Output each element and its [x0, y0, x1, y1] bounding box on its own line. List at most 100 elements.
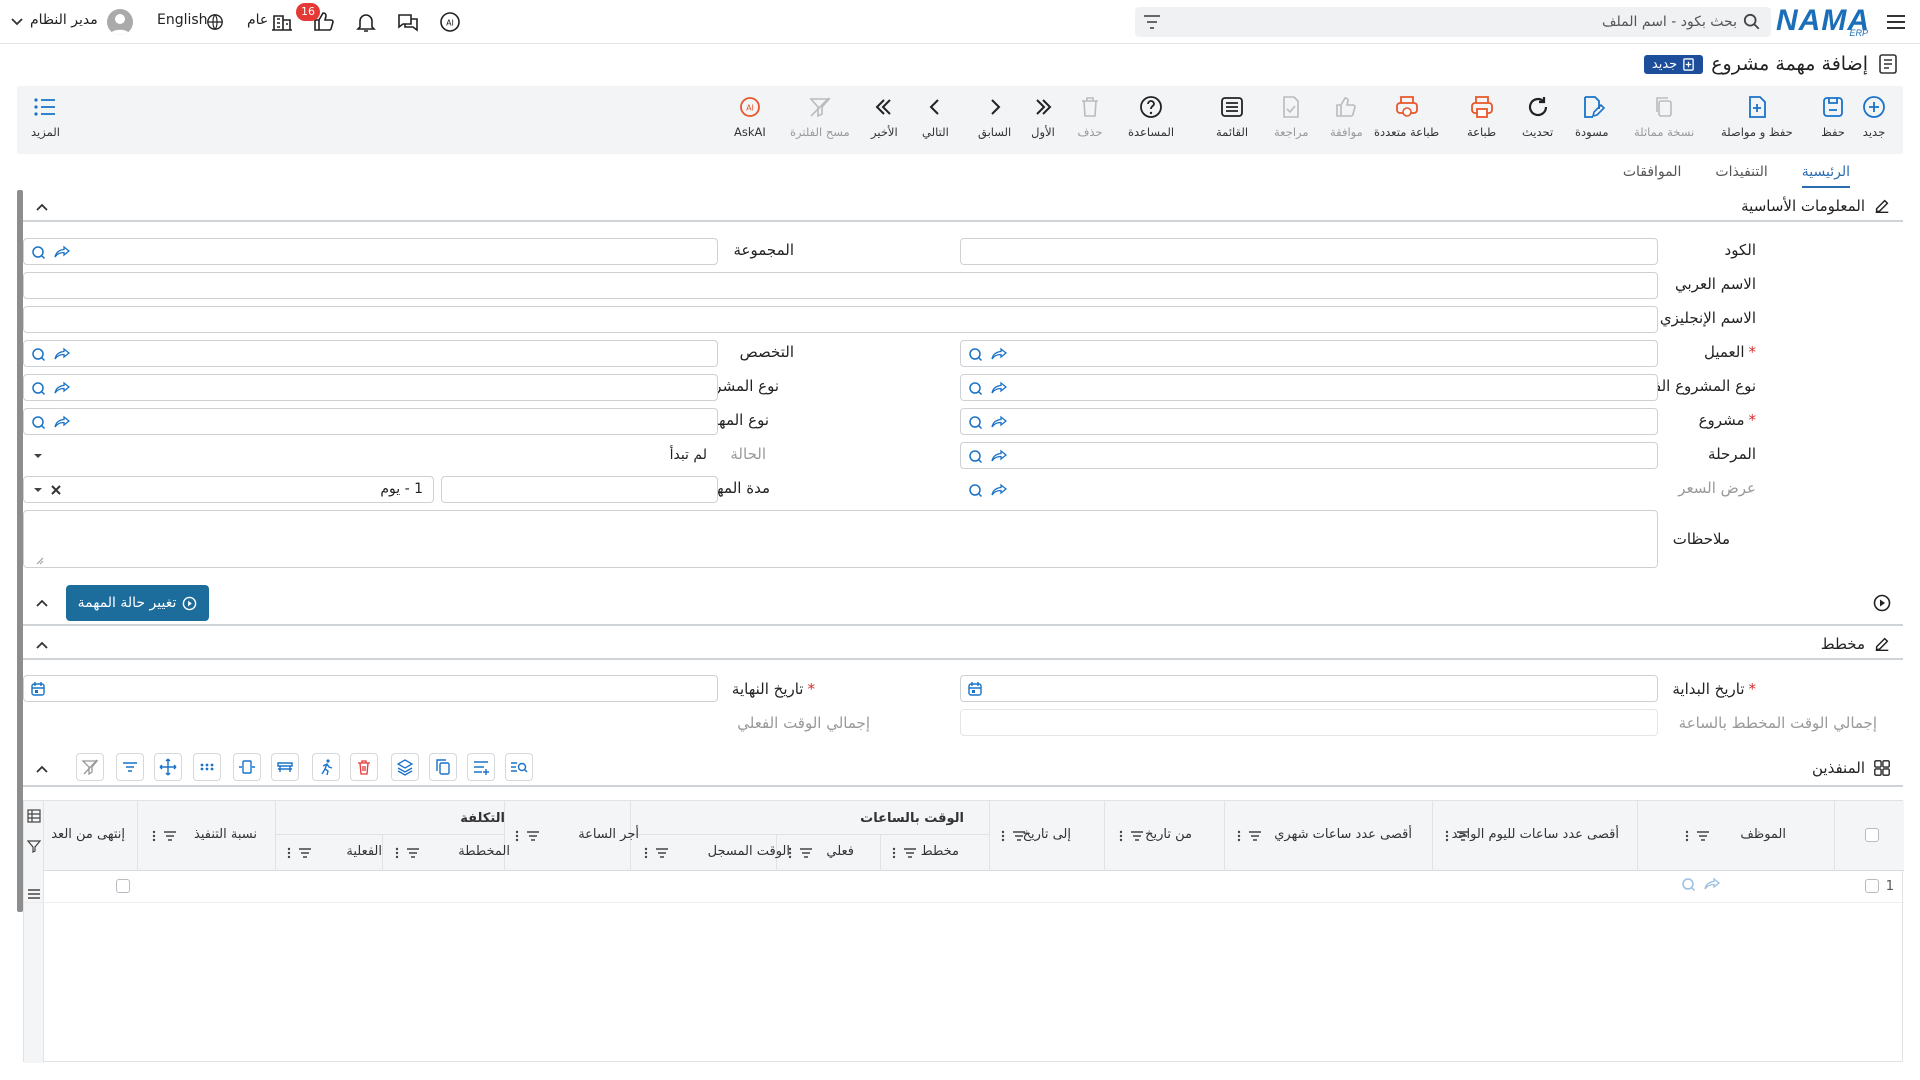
calendar-icon[interactable]	[30, 681, 46, 697]
column-menu-icon[interactable]	[390, 846, 404, 860]
column-filter-icon[interactable]	[1696, 829, 1710, 843]
tab-executions[interactable]: التنفيذات	[1715, 158, 1767, 188]
basic-info-section-header[interactable]: المعلومات الأساسية	[23, 192, 1903, 222]
share-arrow-icon[interactable]	[54, 346, 70, 362]
tab-main[interactable]: الرئيسية	[1801, 158, 1850, 188]
approve-button[interactable]: موافقة	[1330, 94, 1363, 150]
finished-checkbox[interactable]	[116, 879, 130, 893]
next-button[interactable]: التالي	[922, 94, 949, 150]
grid-clear-filter-button[interactable]	[76, 753, 104, 781]
share-arrow-icon[interactable]	[991, 482, 1007, 498]
search-lookup-icon[interactable]	[30, 380, 46, 396]
col-planned-header[interactable]: مخطط	[921, 844, 959, 859]
clear-x-icon[interactable]	[48, 482, 64, 498]
search-icon[interactable]	[1743, 13, 1761, 31]
grid-add-row-button[interactable]	[467, 753, 495, 781]
list-button[interactable]: القائمة	[1216, 94, 1248, 150]
share-arrow-icon[interactable]	[1704, 876, 1720, 892]
messages-icon[interactable]	[396, 10, 420, 34]
save-continue-button[interactable]: حفظ و مواصلة	[1721, 94, 1793, 150]
search-lookup-icon[interactable]	[967, 482, 983, 498]
draft-button[interactable]: مسودة	[1575, 94, 1609, 150]
new-button[interactable]: جديد	[1861, 94, 1887, 150]
code-field[interactable]	[960, 238, 1658, 265]
share-arrow-icon[interactable]	[991, 414, 1007, 430]
column-menu-icon[interactable]	[147, 829, 161, 843]
customer-field[interactable]	[960, 340, 1658, 367]
grid-filter-button[interactable]	[116, 753, 144, 781]
column-filter-icon[interactable]	[655, 846, 669, 860]
col-from-date-header[interactable]: من تاريخ	[1145, 827, 1192, 842]
help-button[interactable]: المساعدة	[1128, 94, 1174, 150]
column-filter-icon[interactable]	[1130, 829, 1144, 843]
more-button[interactable]: المزيد	[31, 94, 60, 150]
column-menu-icon[interactable]	[510, 829, 524, 843]
company-building-icon[interactable]	[270, 10, 294, 34]
general-label[interactable]: عام	[247, 12, 268, 28]
grid-copy-button[interactable]	[429, 753, 457, 781]
column-filter-icon[interactable]	[406, 846, 420, 860]
ai-chat-icon[interactable]: AI	[438, 10, 462, 34]
calendar-icon[interactable]	[967, 681, 983, 697]
multi-print-button[interactable]: طباعة متعددة	[1374, 94, 1439, 150]
column-menu-icon[interactable]	[1440, 829, 1454, 843]
user-name[interactable]: مدير النظام	[30, 12, 98, 28]
col-max-daily-header[interactable]: أقصى عدد ساعات لليوم الواحد	[1452, 827, 1619, 842]
globe-icon[interactable]	[206, 13, 224, 31]
search-lookup-icon[interactable]	[967, 414, 983, 430]
share-arrow-icon[interactable]	[54, 380, 70, 396]
row-checkbox[interactable]	[1865, 879, 1879, 893]
search-lookup-icon[interactable]	[967, 380, 983, 396]
executors-section-header[interactable]: المنفذين	[23, 751, 1903, 787]
col-to-date-header[interactable]: إلى تاريخ	[1023, 827, 1071, 842]
task-duration-unit-select[interactable]: 1 - يوم	[23, 476, 434, 503]
grid-delete-button[interactable]	[350, 753, 378, 781]
search-lookup-icon[interactable]	[967, 448, 983, 464]
delete-button[interactable]: حذف	[1077, 94, 1103, 150]
last-button[interactable]: الأخير	[871, 94, 898, 150]
dropdown-caret-icon[interactable]	[30, 448, 46, 464]
task-type-field[interactable]	[23, 408, 718, 435]
column-menu-icon[interactable]	[639, 846, 653, 860]
grid-table-layout-button[interactable]	[271, 753, 299, 781]
plan-section-header[interactable]: مخطط	[23, 630, 1903, 660]
share-arrow-icon[interactable]	[991, 448, 1007, 464]
askai-button[interactable]: AI AskAI	[734, 94, 766, 150]
grid-run-button[interactable]	[312, 753, 340, 781]
col-logged-header[interactable]: الوقت المسجل	[708, 844, 790, 859]
col-finished-from-header[interactable]: إنتهى من العد	[51, 827, 125, 842]
task-duration-number-field[interactable]	[441, 476, 718, 503]
grid-fit-columns-button[interactable]	[233, 753, 261, 781]
first-button[interactable]: الأول	[1030, 94, 1056, 150]
share-arrow-icon[interactable]	[991, 346, 1007, 362]
user-avatar[interactable]	[107, 9, 133, 35]
notes-textarea[interactable]	[23, 510, 1658, 568]
share-arrow-icon[interactable]	[54, 414, 70, 430]
stage-field[interactable]	[960, 442, 1658, 469]
grid-dots-button[interactable]	[193, 753, 221, 781]
col-cost-planned-header[interactable]: المخططة	[458, 844, 510, 859]
change-task-status-button[interactable]: تغيير حالة المهمة	[66, 585, 209, 621]
english-name-field[interactable]	[23, 306, 1658, 333]
col-actual-header[interactable]: فعلي	[826, 844, 854, 859]
print-button[interactable]: طباعة	[1467, 94, 1496, 150]
duplicate-button[interactable]: نسخة مماثلة	[1634, 94, 1694, 150]
arabic-name-field[interactable]	[23, 272, 1658, 299]
grid-layers-button[interactable]	[391, 753, 419, 781]
play-circle-icon[interactable]	[1873, 594, 1891, 612]
tab-approvals[interactable]: الموافقات	[1623, 158, 1682, 188]
column-filter-icon[interactable]	[903, 846, 917, 860]
notifications-bell-icon[interactable]	[354, 10, 378, 34]
grid-move-button[interactable]	[154, 753, 182, 781]
hamburger-menu-icon[interactable]	[1884, 10, 1908, 34]
collapse-chevron-up-icon[interactable]	[35, 638, 49, 652]
col-cost-actual-header[interactable]: الفعلية	[346, 844, 382, 859]
column-menu-icon[interactable]	[887, 846, 901, 860]
search-lookup-icon[interactable]	[30, 244, 46, 260]
table-row[interactable]: 1	[24, 871, 1904, 903]
user-menu-chevron-icon[interactable]	[10, 15, 24, 29]
refresh-button[interactable]: تحديث	[1522, 94, 1553, 150]
start-date-field[interactable]	[960, 675, 1658, 702]
search-lookup-icon[interactable]	[30, 414, 46, 430]
collapse-chevron-up-icon[interactable]	[35, 596, 49, 610]
